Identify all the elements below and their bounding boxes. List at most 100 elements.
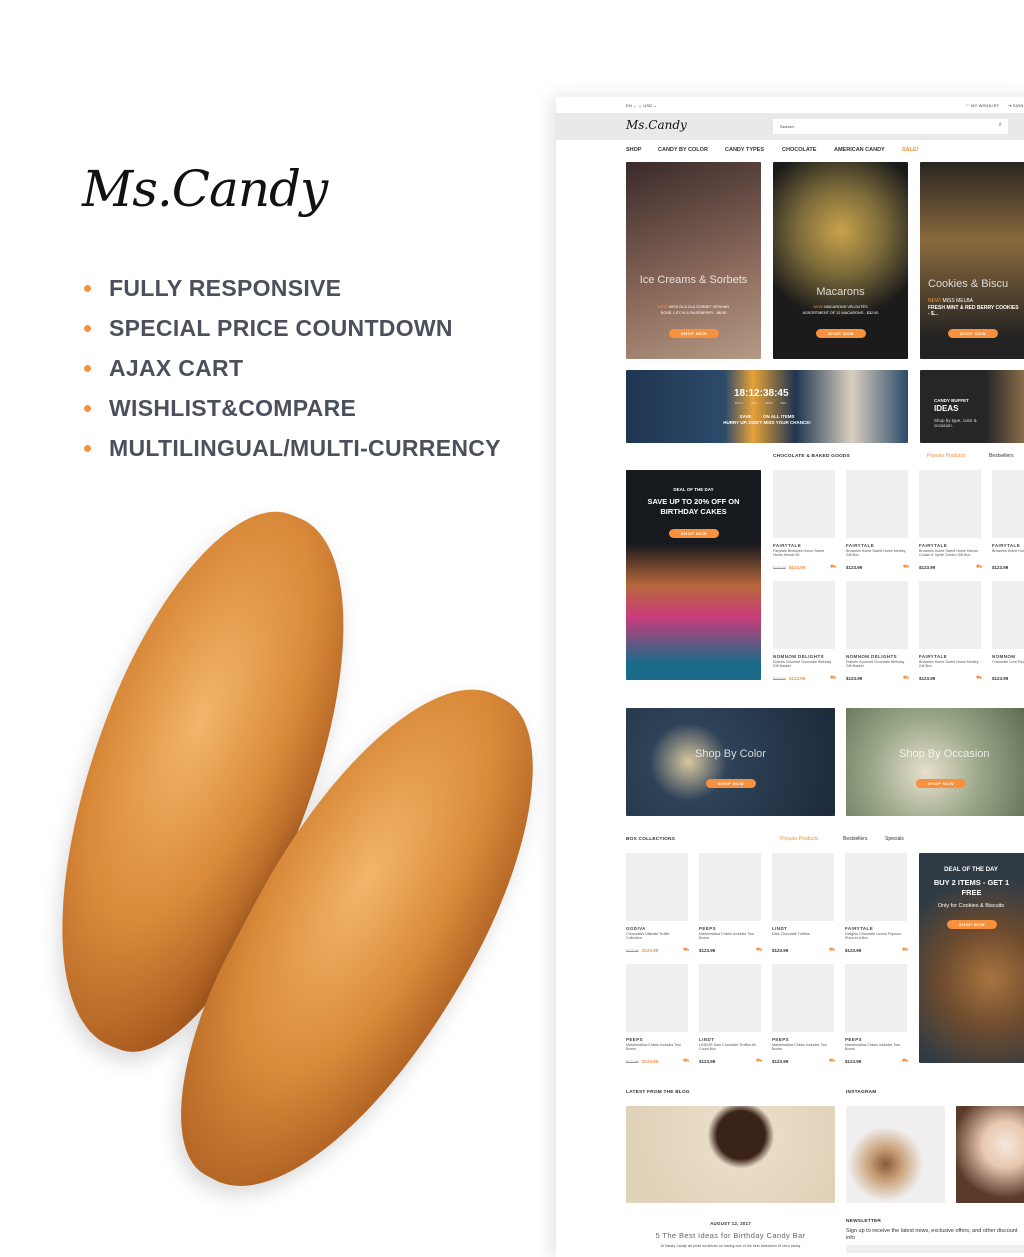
cart-icon[interactable]: ⛟ — [683, 1058, 689, 1065]
category-cookies[interactable]: Cookies & Biscu NEW! MISS MELBA FRESH MI… — [920, 162, 1024, 359]
product-image[interactable] — [773, 581, 835, 649]
signin-link[interactable]: ⇥ SIGN — [1008, 103, 1023, 108]
feature-label: SPECIAL PRICE COUNTDOWN — [109, 314, 453, 341]
tab-bestsellers[interactable]: Bestsellers — [843, 836, 867, 842]
product-name[interactable]: Brownies Home Sweet Home Deluxe Cookie &… — [919, 549, 979, 558]
product-image[interactable] — [626, 964, 688, 1032]
product-price: $123.99 — [992, 565, 1009, 570]
product-price: $123.99 — [642, 948, 659, 953]
nav-candy-types[interactable]: CANDY TYPES — [725, 147, 764, 153]
deal-birthday-cakes[interactable]: DEAL OF THE DAY SAVE UP TO 20% OFF ON BI… — [626, 470, 761, 680]
product-name[interactable]: Marshmallow Chicks Includes Two Boxes — [845, 1043, 905, 1052]
product-old-price: $123.99 — [773, 677, 786, 681]
shop-by-occasion-banner[interactable]: Shop By Occasion SHOP NOW — [846, 708, 1024, 816]
category-subtitle: ROSE, LITCHI & RASPBERRY - $6.90 — [660, 311, 727, 315]
nav-shop[interactable]: SHOP — [626, 147, 642, 153]
shop-now-button[interactable]: SHOP NOW — [669, 329, 719, 338]
product-name[interactable]: Chocolate Love Pizza in a Box — [992, 660, 1024, 664]
cart-icon[interactable]: ⛟ — [830, 564, 836, 571]
countdown-banner[interactable]: 18:12:38:45 DAYS HRS MINS SEC SAVE 50% O… — [626, 370, 908, 443]
countdown-timer: 18:12:38:45 — [734, 388, 789, 399]
cart-icon[interactable]: ⛟ — [756, 1058, 762, 1065]
shop-by-color-banner[interactable]: Shop By Color SHOP NOW — [626, 708, 835, 816]
product-image[interactable] — [919, 581, 981, 649]
blog-date: AUGUST 12, 2017 — [710, 1221, 751, 1226]
product-image[interactable] — [772, 964, 834, 1032]
shop-now-button[interactable]: SHOP NOW — [816, 329, 866, 338]
product-old-price: $123.99 — [773, 566, 786, 570]
shop-now-button[interactable]: SHOP NOW — [948, 329, 998, 338]
product-image[interactable] — [845, 964, 907, 1032]
product-image[interactable] — [992, 581, 1024, 649]
product-name[interactable]: Marshmallow Chicks Includes Two Boxes — [626, 1043, 686, 1052]
product-image[interactable] — [773, 470, 835, 538]
cart-icon[interactable]: ⛟ — [903, 564, 909, 571]
site-logo[interactable]: Ms.Candy — [626, 118, 687, 132]
cart-icon[interactable]: ⛟ — [829, 1058, 835, 1065]
product-image[interactable] — [772, 853, 834, 921]
product-image[interactable] — [699, 853, 761, 921]
feature-item: WISHLIST&COMPARE — [82, 388, 501, 428]
product-name[interactable]: Chocolatier Ultimate Truffle Collection — [626, 932, 686, 941]
cart-icon[interactable]: ⛟ — [829, 947, 835, 954]
bullet-icon — [84, 284, 91, 292]
nav-sale[interactable]: SALE! — [902, 147, 919, 153]
product-image[interactable] — [846, 470, 908, 538]
product-name[interactable]: Brownies Home Home Medley G — [992, 549, 1024, 553]
blog-image[interactable] — [626, 1106, 835, 1203]
blog-post-title[interactable]: 5 The Best Ideas for Birthday Candy Bar — [626, 1231, 835, 1240]
tab-popular-products[interactable]: Popular Products — [780, 836, 818, 842]
product-name[interactable]: Dulcets Gourmet Chocolate Birthday Gift … — [773, 660, 833, 669]
product-image[interactable] — [919, 470, 981, 538]
newsletter-email-input[interactable] — [846, 1245, 1024, 1253]
instagram-photo[interactable] — [846, 1106, 945, 1203]
candy-buffet-banner[interactable]: CANDY BUFFET IDEAS Shop by type, color &… — [920, 370, 1024, 443]
shop-now-button[interactable]: SHOP NOW — [669, 529, 719, 538]
cart-icon[interactable]: ⛟ — [902, 1058, 908, 1065]
cart-icon[interactable]: ⛟ — [756, 947, 762, 954]
product-name[interactable]: Marshmallow Chicks Includes Two Boxes — [772, 1043, 832, 1052]
section-heading: CHOCOLATE & BAKED GOODS — [773, 454, 850, 459]
product-brand: FAIRYTALE — [992, 543, 1021, 548]
shop-now-button[interactable]: SHOP NOW — [706, 779, 756, 788]
product-name[interactable]: Delights Chocolate Lovers Popcorn Pizza … — [845, 932, 905, 941]
instagram-photo[interactable] — [956, 1106, 1024, 1203]
shop-now-button[interactable]: SHOP NOW — [947, 920, 997, 929]
search-input[interactable]: Search ⌕ — [773, 119, 1008, 134]
deal-buy-2-get-1[interactable]: DEAL OF THE DAY BUY 2 ITEMS - GET 1 FREE… — [919, 853, 1024, 1063]
product-name[interactable]: LINDOR Dark Chocolate Truffles 60 Count … — [699, 1043, 759, 1052]
product-name[interactable]: Brownies Home Sweet Home Medley Gift Box — [846, 549, 906, 558]
tab-bestsellers[interactable]: Bestsellers — [989, 453, 1013, 459]
product-image[interactable] — [846, 581, 908, 649]
cart-icon[interactable]: ⛟ — [976, 564, 982, 571]
product-image[interactable] — [992, 470, 1024, 538]
product-image[interactable] — [699, 964, 761, 1032]
cart-icon[interactable]: ⛟ — [683, 947, 689, 954]
product-name[interactable]: Dark Chocolate Truffles — [772, 932, 832, 936]
cart-icon[interactable]: ⛟ — [976, 675, 982, 682]
product-image[interactable] — [845, 853, 907, 921]
nav-american-candy[interactable]: AMERICAN CANDY — [834, 147, 885, 153]
search-icon[interactable]: ⌕ — [999, 122, 1002, 129]
product-image[interactable] — [626, 853, 688, 921]
category-macarons[interactable]: Macarons NEW! MACARONS VELOUTÉS ASSORTME… — [773, 162, 908, 359]
product-name[interactable]: Marshmallow Chicks Includes Two Boxes — [699, 932, 759, 941]
cart-icon[interactable]: ⛟ — [903, 675, 909, 682]
cart-icon[interactable]: ⛟ — [830, 675, 836, 682]
product-name[interactable]: Brownies Home Sweet Home Medley Gift Box — [919, 660, 979, 669]
bullet-icon — [84, 444, 91, 452]
shop-now-button[interactable]: SHOP NOW — [916, 779, 966, 788]
cart-icon[interactable]: ⛟ — [902, 947, 908, 954]
product-name[interactable]: Dulcets Gourmet Chocolate Birthday Gift … — [846, 660, 906, 669]
category-subtitle: FRESH MINT & RED BERRY COOKIES - $... — [928, 305, 1019, 317]
nav-chocolate[interactable]: CHOCOLATE — [782, 147, 816, 153]
tab-specials[interactable]: Specials — [885, 836, 904, 842]
deal-kicker: DEAL OF THE DAY — [944, 867, 998, 873]
product-price: $123.99 — [919, 676, 936, 681]
wishlist-link[interactable]: ♡ MY WISHLIST — [966, 103, 999, 108]
language-selector[interactable]: EN ⌄ | USD ⌄ — [626, 103, 657, 108]
tab-popular-products[interactable]: Popular Products — [927, 453, 965, 459]
product-name[interactable]: Fairytale Brownies Home Sweet Home Morse… — [773, 549, 833, 558]
category-ice-creams[interactable]: Ice Creams & Sorbets NEW! MISS GLA GLA S… — [626, 162, 761, 359]
nav-candy-by-color[interactable]: CANDY BY COLOR — [658, 147, 708, 153]
